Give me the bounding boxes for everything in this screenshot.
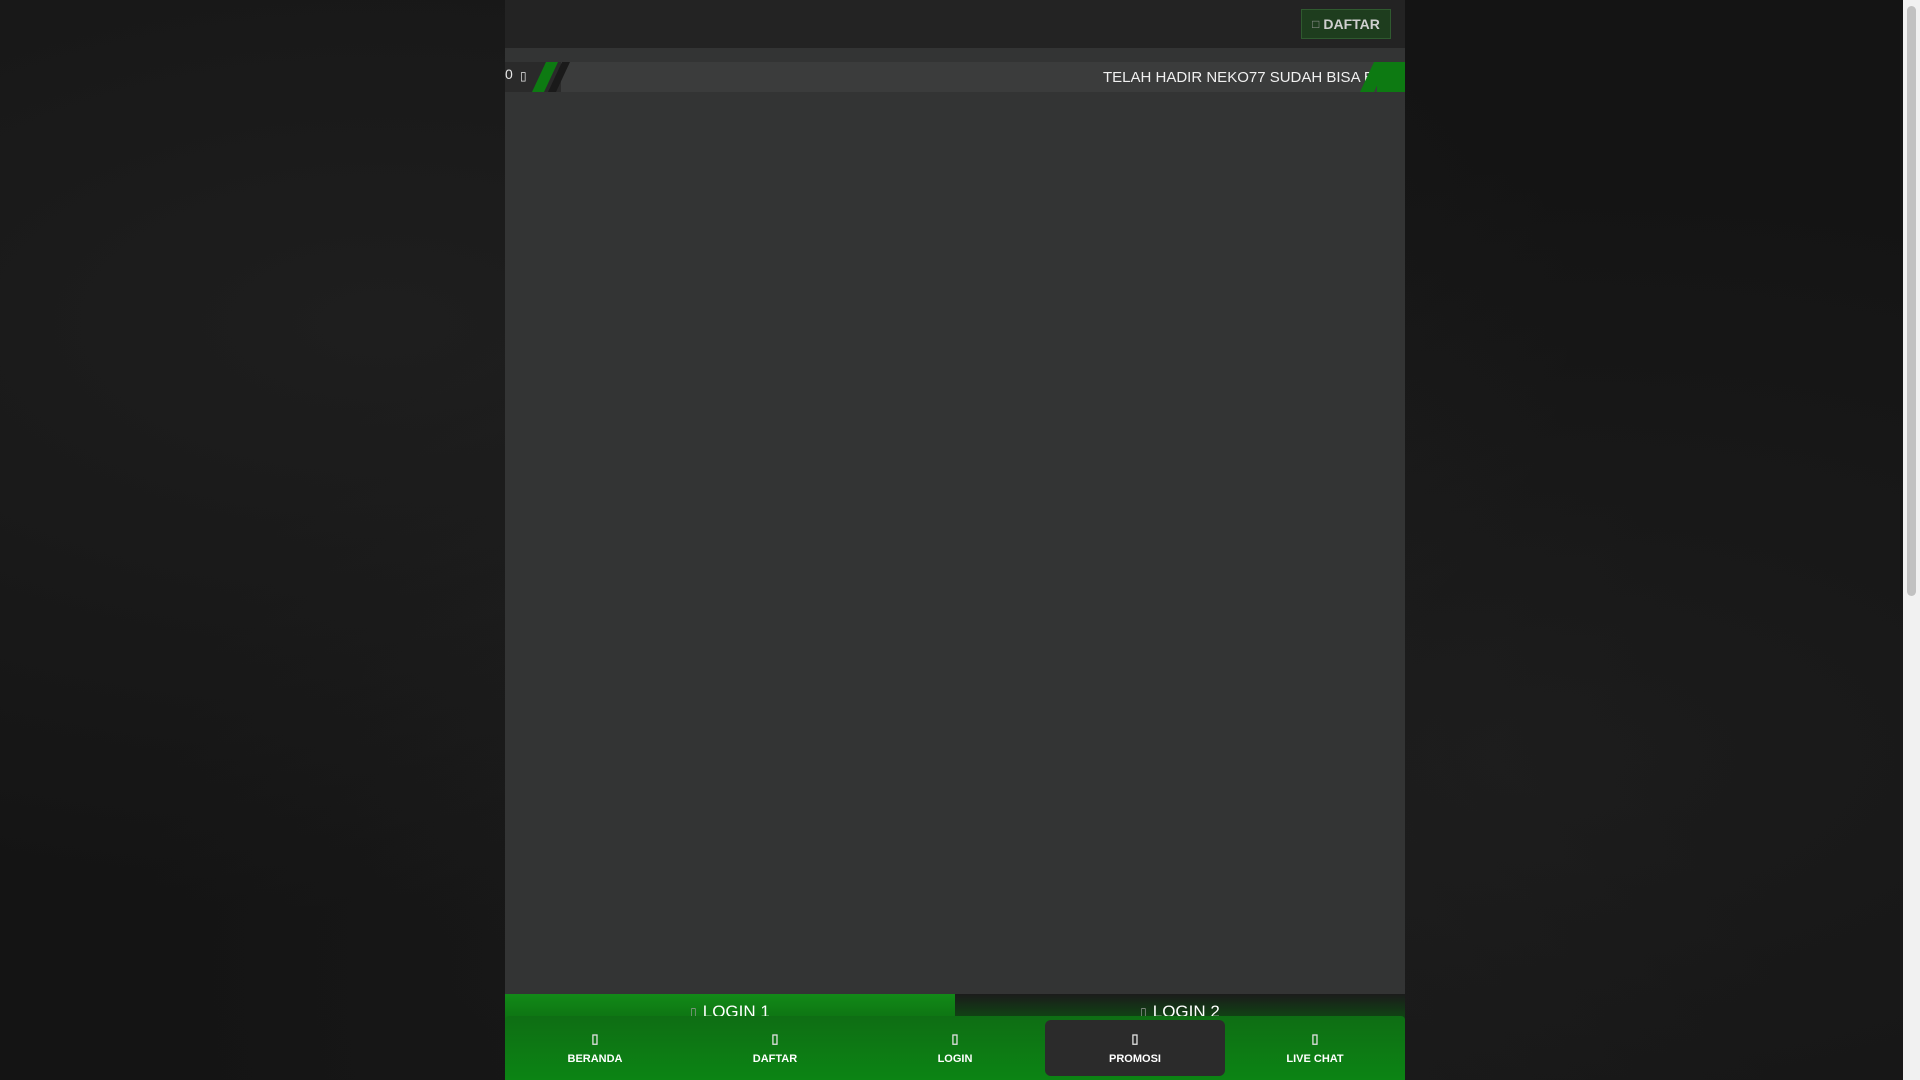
ticker-end-accent — [1377, 62, 1405, 92]
nav-item-beranda[interactable]: ▯ BERANDA — [505, 1020, 685, 1076]
gift-icon: ▯ — [1131, 1031, 1139, 1046]
bottom-nav: ▯ BERANDA ▯ DAFTAR ▯ LOGIN ▯ PROMOSI ▯ L… — [505, 1016, 1405, 1080]
content-area — [505, 92, 1405, 994]
scrollbar-thumb[interactable] — [1907, 6, 1916, 596]
page-scrollbar[interactable] — [1903, 0, 1920, 1080]
login-icon: ▯ — [951, 1031, 959, 1046]
nav-item-promosi[interactable]: ▯ PROMOSI — [1045, 1020, 1225, 1076]
daftar-button[interactable]: □ DAFTAR — [1301, 9, 1391, 39]
user-plus-icon: ▯ — [771, 1031, 779, 1046]
nav-item-live-chat[interactable]: ▯ LIVE CHAT — [1225, 1020, 1405, 1076]
nav-label: LIVE CHAT — [1286, 1053, 1344, 1065]
user-plus-icon: □ — [1312, 17, 1320, 31]
daftar-button-label: DAFTAR — [1323, 16, 1380, 32]
speaker-icon: ▯ — [520, 69, 527, 83]
main-frame: □ DAFTAR 0 ▯ TELAH HADIR NEKO77 SUDAH BI… — [505, 0, 1405, 1080]
home-icon: ▯ — [591, 1031, 599, 1046]
ticker-badge: 0 ▯ — [505, 62, 570, 92]
nav-item-login[interactable]: ▯ LOGIN — [865, 1020, 1045, 1076]
nav-item-daftar[interactable]: ▯ DAFTAR — [685, 1020, 865, 1076]
ticker-text: TELAH HADIR NEKO77 SUDAH BISA B — [1103, 69, 1374, 86]
nav-label: BERANDA — [567, 1053, 623, 1065]
nav-label: PROMOSI — [1109, 1053, 1161, 1065]
ticker-counter: 0 — [505, 66, 513, 82]
top-bar: □ DAFTAR — [505, 0, 1405, 48]
nav-label: DAFTAR — [752, 1053, 798, 1065]
chat-icon: ▯ — [1311, 1031, 1319, 1046]
announcement-ticker: 0 ▯ TELAH HADIR NEKO77 SUDAH BISA B — [505, 62, 1405, 92]
nav-label: LOGIN — [937, 1053, 973, 1065]
